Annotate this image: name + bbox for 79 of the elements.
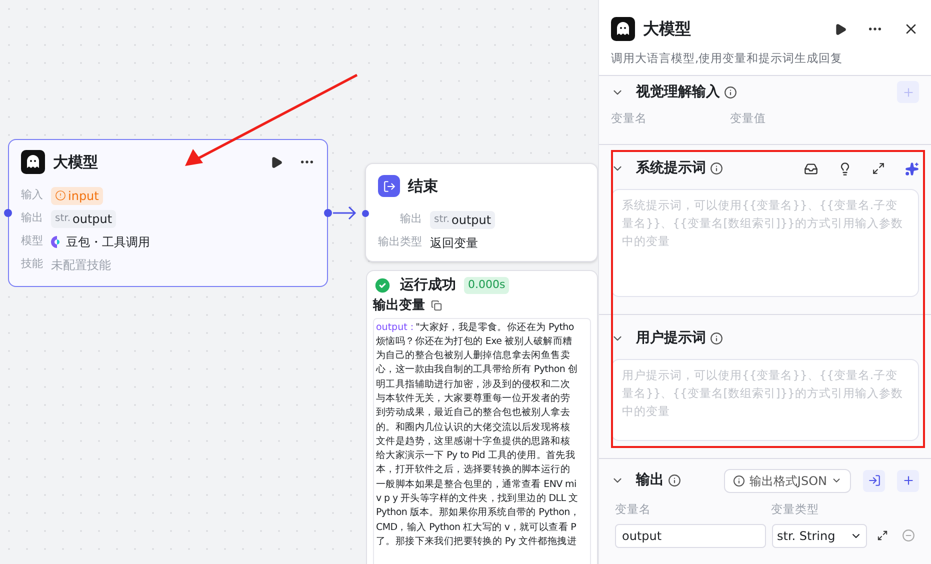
warning-tag: input xyxy=(51,186,103,204)
info-icon xyxy=(710,332,723,345)
column-header: 变量值 xyxy=(730,110,766,128)
output-text-line: 本，打开软件之后，选择要转换的脚本运行的 xyxy=(376,463,570,478)
connection-port[interactable] xyxy=(324,209,332,217)
format-dropdown[interactable]: 输出格式JSON xyxy=(724,468,851,492)
output-text-line: 心，这一款由我自制的工具带给所有 Python 创 xyxy=(376,363,578,378)
section-title: 用户提示词 xyxy=(636,328,706,348)
output-text-line: 了。那接下来我们把要转换的 Py 文件都拖拽进 xyxy=(376,534,576,549)
connection-port[interactable] xyxy=(362,210,369,217)
end-node-card[interactable]: 结束 输出 str. output 输出类型 返回变量 xyxy=(365,163,598,262)
info-icon xyxy=(710,162,723,175)
column-header: 变量名 xyxy=(615,500,652,518)
section-title: 视觉理解输入 xyxy=(636,82,720,102)
import-button[interactable] xyxy=(863,470,885,492)
model-name: 豆包・工具调用 xyxy=(66,234,150,250)
expand-icon[interactable] xyxy=(877,530,888,542)
output-text-line: "大家好，我是零食。你还在为 Pytho xyxy=(416,320,574,334)
play-icon[interactable] xyxy=(834,22,847,36)
copy-icon[interactable] xyxy=(431,300,442,312)
plus-icon xyxy=(902,474,914,487)
duration-badge: 0.000s xyxy=(464,277,510,294)
exit-icon xyxy=(378,175,400,197)
row-label: 输出 xyxy=(21,210,43,226)
column-header: 变量名 xyxy=(611,110,648,128)
model-logo-icon xyxy=(51,236,62,248)
connector-arrow xyxy=(333,206,357,220)
row-value: 返回变量 xyxy=(430,234,478,252)
expand-icon[interactable] xyxy=(872,162,885,175)
info-icon xyxy=(668,474,681,487)
panel-description: 调用大语言模型,使用变量和提示词生成回复 xyxy=(611,50,844,67)
run-status: 运行成功 xyxy=(400,276,456,295)
output-text-line: 烦恼吗？你还在为打包的 Exe 被别人破解而糟 xyxy=(376,334,572,349)
prompt-input-field[interactable]: 用户提示词，可以使用{{变量名}}、{{变量名.子变量名}}、{{变量名[数组索引]}}的方式引用输入参数中的变量 xyxy=(611,358,919,440)
output-text-line: CMD，输入 Python 杠大写的 v，就可以查看 P xyxy=(376,520,576,535)
row-label: 模型 xyxy=(21,233,43,250)
alert-icon xyxy=(55,190,66,201)
ghost-logo-icon xyxy=(21,150,45,174)
variable-name-input[interactable]: output xyxy=(615,524,766,548)
output-text-line: 一般脚本如果是整合包里的，通常查看 ENV mi xyxy=(376,478,576,492)
ghost-logo-icon xyxy=(611,17,635,41)
library-icon[interactable] xyxy=(804,162,818,176)
row-label: 技能 xyxy=(21,256,43,272)
output-text-line: Python 版本。那如果你用系统自带的 Python， xyxy=(376,506,580,520)
prompt-input-field[interactable]: 系统提示词，可以使用{{变量名}}、{{变量名.子变量名}}、{{变量名[数组索引]}}的方式引用输入参数中的变量 xyxy=(611,188,919,296)
output-text-line: 与本软件无关，大家要尊重每一位开发者的劳 xyxy=(376,392,570,406)
output-text-line: 明工具指辅助进行加密，涉及到的侵权和二次 xyxy=(376,378,570,392)
sparkle-icon[interactable] xyxy=(905,162,919,176)
output-text-line: 为自己的整合包被别人删掉信息拿去闲鱼售卖 xyxy=(376,349,570,364)
output-text-line: 给大家演示一下 Py to Pid 工具的使用。首先我 xyxy=(376,449,576,464)
row-label: 输出 xyxy=(399,211,422,228)
section-title: 输出变量 xyxy=(373,296,425,315)
lightbulb-icon[interactable] xyxy=(838,162,852,176)
section-title: 输出 xyxy=(636,471,664,490)
panel-title: 大模型 xyxy=(643,18,691,40)
info-icon xyxy=(724,86,737,99)
connection-port[interactable] xyxy=(4,209,12,217)
row-value: 未配置技能 xyxy=(51,256,111,274)
play-icon[interactable] xyxy=(270,156,283,168)
column-header: 变量类型 xyxy=(771,500,819,518)
import-icon xyxy=(868,474,880,487)
output-text-line: 文件是趋势，这里感谢十字鱼提供的思路和核 xyxy=(376,434,570,449)
llm-node-card[interactable]: 大模型 输入 input 输出 str. output 模型 豆包・工具调用 技能 未配置技能 xyxy=(8,139,328,287)
info-icon xyxy=(733,474,746,486)
section-title: 系统提示词 xyxy=(636,159,706,178)
node-title: 结束 xyxy=(408,176,438,197)
output-key: output : xyxy=(376,320,414,335)
success-icon xyxy=(373,276,392,295)
row-label: 输出类型 xyxy=(378,234,422,250)
output-text-line: 到劳动成果，最近自己的整合包也被别人拿去 xyxy=(376,406,570,420)
row-label: 输入 xyxy=(21,187,43,204)
add-button[interactable] xyxy=(897,470,919,492)
output-text-line: 的。和圈内几位认识的大佬交流以后发现将核 xyxy=(376,420,570,435)
output-text-line: v p y 开头等字样的文件夹，找到里边的 DLL 文 xyxy=(376,492,578,506)
variable-tag: str. output xyxy=(430,210,496,228)
plus-icon xyxy=(902,86,914,99)
type-select[interactable]: str. String xyxy=(772,524,867,548)
node-title: 大模型 xyxy=(53,152,98,173)
variable-tag: str. output xyxy=(51,210,116,228)
